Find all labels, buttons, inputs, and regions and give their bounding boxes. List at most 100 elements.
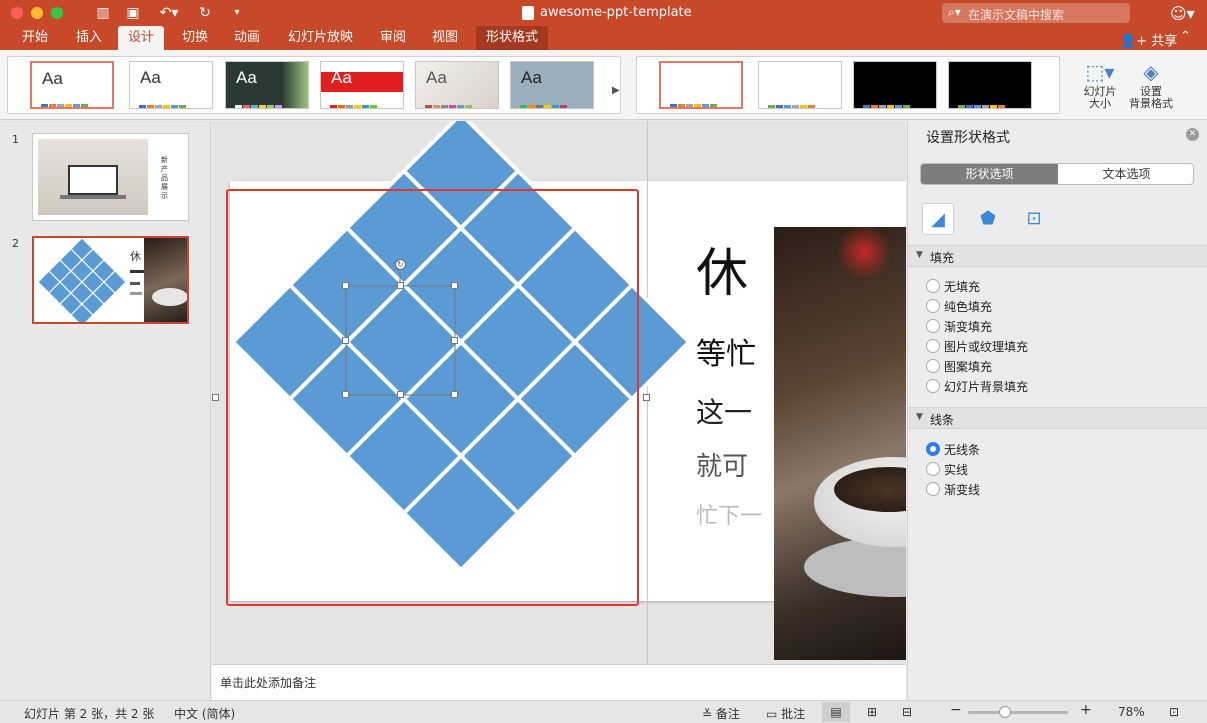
resize-handle-w[interactable] <box>342 337 349 344</box>
collapse-ribbon-icon[interactable]: ⌃ <box>1180 29 1191 44</box>
tab-view[interactable]: 视图 <box>422 26 468 50</box>
radio[interactable] <box>926 379 940 393</box>
slide-sorter-button[interactable]: ⊞ <box>858 702 886 722</box>
slide-number: 2 <box>12 237 19 250</box>
zoom-in-button[interactable]: + <box>1080 702 1092 718</box>
themes-gallery: Aa Aa Aa Aa Aa Aa ▶ <box>7 56 621 114</box>
tab-transitions[interactable]: 切换 <box>172 26 218 50</box>
slide-thumbnail-2[interactable]: 休 <box>32 236 189 324</box>
ribbon-design: Aa Aa Aa Aa Aa Aa ▶ ⬚▾ 幻灯片 大小 ◈ 设置 背景格式 <box>0 50 1207 120</box>
resize-handle-sw[interactable] <box>342 391 349 398</box>
format-background-button[interactable]: ◈ 设置 背景格式 <box>1124 58 1178 110</box>
fill-line-icon[interactable]: ◢ <box>922 203 954 235</box>
share-label: 共享 <box>1151 34 1178 49</box>
minimize-window-button[interactable] <box>31 7 43 19</box>
search-input[interactable]: ⌕▾ 在演示文稿中搜索 <box>942 3 1130 23</box>
resize-handle-e[interactable] <box>451 337 458 344</box>
line-section-label: 线条 <box>930 413 955 427</box>
tab-slideshow[interactable]: 幻灯片放映 <box>278 26 363 50</box>
radio[interactable] <box>926 359 940 373</box>
feedback-smiley-icon[interactable]: ☺▾ <box>1170 4 1195 23</box>
variant-3[interactable] <box>853 61 937 109</box>
resize-handle-nw[interactable] <box>342 282 349 289</box>
resize-handle-n[interactable] <box>397 282 404 289</box>
variant-2[interactable] <box>758 61 842 109</box>
zoom-out-button[interactable]: − <box>950 702 962 718</box>
variant-swatches <box>768 98 816 108</box>
theme-label: Aa <box>236 68 257 87</box>
tab-home[interactable]: 开始 <box>12 26 58 50</box>
shape-options-tab[interactable]: 形状选项 <box>921 164 1058 184</box>
comments-toggle[interactable]: ▭ 批注 <box>766 705 805 722</box>
zoom-slider-track[interactable] <box>968 711 1068 714</box>
notes-area[interactable]: 单击此处添加备注 <box>212 664 906 700</box>
resize-handle-s[interactable] <box>397 391 404 398</box>
text-options-tab[interactable]: 文本选项 <box>1058 164 1193 184</box>
theme-parchment[interactable]: Aa <box>415 61 499 109</box>
radio[interactable] <box>926 299 940 313</box>
notes-placeholder: 单击此处添加备注 <box>220 676 317 690</box>
radio-label: 图片或纹理填充 <box>944 340 1029 354</box>
rotate-handle-icon[interactable]: ↻ <box>395 259 406 270</box>
radio[interactable] <box>926 482 940 496</box>
group-selection-outline[interactable] <box>226 189 639 606</box>
undo-icon[interactable]: ↶▾ <box>154 4 184 22</box>
tab-animations[interactable]: 动画 <box>224 26 270 50</box>
share-button[interactable]: 👤+ 共享 <box>1120 30 1177 49</box>
thumb-coffee-photo <box>144 238 187 322</box>
theme-label: Aa <box>521 68 542 87</box>
redo-icon[interactable]: ↻ <box>196 4 214 22</box>
gallery-next-arrow-icon[interactable]: ▶ <box>612 85 620 96</box>
maximize-window-button[interactable] <box>51 7 63 19</box>
tab-shape-format[interactable]: 形状格式 <box>476 26 549 50</box>
tab-review[interactable]: 审阅 <box>370 26 416 50</box>
slide-resize-handle[interactable] <box>643 394 650 401</box>
variant-4[interactable] <box>948 61 1032 109</box>
slide-2-title: 休 <box>130 250 141 263</box>
slide-resize-handle[interactable] <box>212 394 219 401</box>
effects-pentagon-icon[interactable]: ⬟ <box>972 203 1004 235</box>
customize-toolbar-icon[interactable]: ▾ <box>228 4 246 22</box>
fit-to-window-button[interactable]: ⊡ <box>1160 702 1188 722</box>
language-indicator[interactable]: 中文 (简体) <box>174 705 235 722</box>
theme-swatches <box>235 98 283 108</box>
size-properties-icon[interactable]: ⊡ <box>1018 203 1050 235</box>
notes-label: 备注 <box>715 707 740 721</box>
fit-window-icon: ⊡ <box>1168 705 1180 719</box>
theme-chalkboard[interactable]: Aa <box>225 61 309 109</box>
theme-office[interactable]: Aa <box>30 61 114 109</box>
radio[interactable] <box>926 339 940 353</box>
resize-handle-ne[interactable] <box>451 282 458 289</box>
zoom-level[interactable]: 78% <box>1118 705 1145 719</box>
radio-selected[interactable] <box>926 442 940 456</box>
slide-1-title: 新产品展示 <box>161 156 168 200</box>
theme-swatches <box>425 98 473 108</box>
slide-size-button[interactable]: ⬚▾ 幻灯片 大小 <box>1074 58 1126 110</box>
fill-section-header[interactable]: ▼ 填充 <box>908 245 1207 267</box>
zoom-slider-thumb[interactable] <box>999 706 1011 718</box>
close-window-button[interactable] <box>11 7 23 19</box>
variant-1[interactable] <box>659 61 743 109</box>
theme-red-band[interactable]: Aa <box>320 61 404 109</box>
close-pane-icon[interactable]: ✕ <box>1186 128 1199 141</box>
grid-icon: ⊞ <box>866 705 878 719</box>
slide-thumbnail-1[interactable]: 新产品展示 <box>32 133 189 221</box>
normal-view-button[interactable]: ▤ <box>822 702 850 722</box>
line-section-header[interactable]: ▼ 线条 <box>908 407 1207 429</box>
resize-handle-se[interactable] <box>451 391 458 398</box>
tab-insert[interactable]: 插入 <box>66 26 112 50</box>
radio[interactable] <box>926 319 940 333</box>
save-icon[interactable]: ▣ <box>124 4 142 22</box>
theme-slate[interactable]: Aa <box>510 61 594 109</box>
radio[interactable] <box>926 462 940 476</box>
reading-view-button[interactable]: ⊟ <box>893 702 921 722</box>
tab-design[interactable]: 设计 <box>118 26 165 50</box>
theme-swatches <box>41 97 89 107</box>
radio[interactable] <box>926 279 940 293</box>
sidebar-toggle-icon[interactable]: ▥ <box>94 4 112 22</box>
theme-office-2[interactable]: Aa <box>129 61 213 109</box>
options-segmented-control: 形状选项 文本选项 <box>920 163 1194 185</box>
notes-toggle[interactable]: ≚ 备注 <box>702 705 740 722</box>
thumb-line <box>130 282 140 285</box>
theme-swatches <box>330 98 378 108</box>
